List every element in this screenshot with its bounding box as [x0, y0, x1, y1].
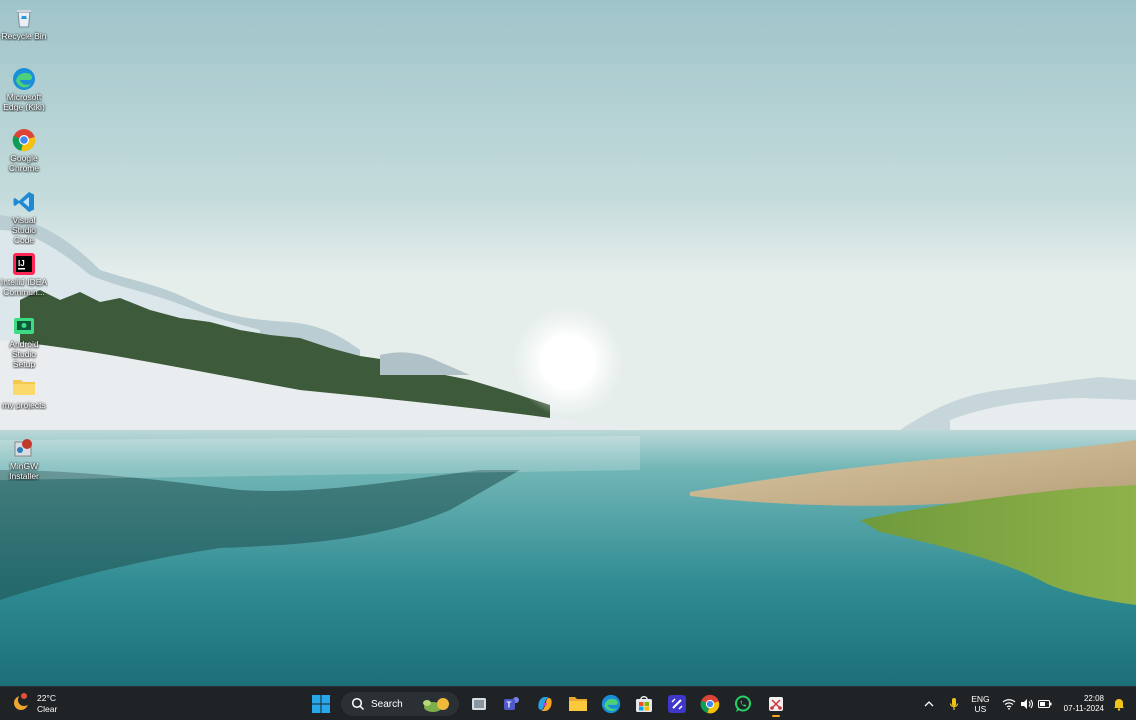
desktop-icon-label: Google Chrome	[8, 153, 40, 173]
android-studio-icon	[11, 313, 37, 339]
whatsapp-button[interactable]	[730, 691, 756, 717]
desktop-icon-mingw-installer[interactable]: MinGW Installer	[0, 435, 48, 481]
desktop-wallpaper	[0, 0, 1136, 686]
volume-icon[interactable]	[1019, 695, 1035, 713]
file-explorer-button[interactable]	[565, 691, 591, 717]
desktop-icon-label: IntelliJ IDEA Commun...	[0, 277, 48, 297]
snipping-tool-icon	[769, 697, 783, 711]
teams-icon: T	[504, 697, 519, 710]
file-explorer-icon	[569, 697, 587, 711]
desktop-icon-label: my projects	[2, 400, 46, 410]
weather-widget[interactable]: 22°C Clear	[10, 691, 57, 717]
snipping-tool-button[interactable]	[763, 691, 789, 717]
folder-icon	[11, 374, 37, 400]
show-hidden-icons-chevron-up-icon[interactable]	[921, 695, 937, 713]
edge-icon	[11, 66, 37, 92]
chrome-icon	[700, 694, 720, 714]
battery-icon[interactable]	[1037, 695, 1053, 713]
edge-taskbar-button[interactable]	[598, 691, 624, 717]
language-code: ENG	[971, 694, 990, 704]
desktop-icon-android-studio[interactable]: Android Studio Setup	[0, 313, 48, 369]
weather-moon-icon	[10, 691, 32, 718]
svg-text:IJ: IJ	[18, 259, 25, 268]
clock-time: 22:08	[1083, 694, 1104, 703]
wifi-icon[interactable]	[1001, 695, 1017, 713]
desktop-icon-intellij[interactable]: IJ IntelliJ IDEA Commun...	[0, 251, 48, 297]
teams-button[interactable]: T	[499, 691, 525, 717]
chrome-icon	[11, 127, 37, 153]
desktop-icon-label: Recycle Bin	[1, 31, 47, 41]
desktop-icon-recycle-bin[interactable]: Recycle Bin	[0, 5, 48, 41]
search-highlight-icon	[423, 698, 449, 712]
windows-logo-icon	[312, 695, 330, 713]
copilot-icon	[538, 697, 552, 711]
svg-text:T: T	[507, 701, 512, 710]
vscode-icon	[11, 189, 37, 215]
desktop-icon-vscode[interactable]: Visual Studio Code	[0, 189, 48, 245]
taskbar: 22°C Clear Search T ENG US 22:08 07-11-2…	[0, 686, 1136, 720]
intellij-icon: IJ	[11, 251, 37, 277]
microphone-icon[interactable]	[946, 695, 962, 713]
copilot-button[interactable]	[532, 691, 558, 717]
desktop-icon-label: MinGW Installer	[9, 461, 39, 481]
task-view-button[interactable]	[466, 691, 492, 717]
input-language-indicator[interactable]: ENG US	[971, 694, 989, 714]
chrome-taskbar-button[interactable]	[697, 691, 723, 717]
clock[interactable]: 22:08 07-11-2024	[1064, 694, 1104, 714]
code-editor-button[interactable]	[664, 691, 690, 717]
desktop-icon-label: Android Studio Setup	[9, 339, 39, 369]
notification-bell-icon[interactable]	[1111, 695, 1127, 713]
taskbar-center: Search T	[308, 687, 789, 720]
desktop-icon-label: Microsoft Edge (Kiki)	[3, 92, 45, 112]
code-icon	[668, 695, 686, 713]
clock-date: 07-11-2024	[1063, 704, 1104, 713]
start-button[interactable]	[308, 691, 334, 717]
task-view-icon	[472, 698, 486, 710]
search-label: Search	[371, 698, 403, 710]
whatsapp-icon	[735, 695, 751, 712]
keyboard-layout: US	[974, 704, 987, 714]
search-icon	[351, 697, 365, 711]
recycle-bin-icon	[11, 5, 37, 31]
edge-icon	[601, 694, 621, 714]
desktop-icon-edge[interactable]: Microsoft Edge (Kiki)	[0, 66, 48, 112]
taskbar-search-box[interactable]: Search	[341, 692, 459, 716]
mingw-installer-icon	[11, 435, 37, 461]
desktop-icon-my-projects[interactable]: my projects	[0, 374, 48, 410]
store-button[interactable]	[631, 691, 657, 717]
store-icon	[636, 696, 652, 712]
desktop-icon-chrome[interactable]: Google Chrome	[0, 127, 48, 173]
weather-condition: Clear	[37, 704, 58, 714]
system-tray: ENG US 22:08 07-11-2024	[920, 687, 1128, 720]
desktop-icon-label: Visual Studio Code	[11, 215, 37, 245]
weather-temperature: 22°C	[37, 693, 56, 703]
